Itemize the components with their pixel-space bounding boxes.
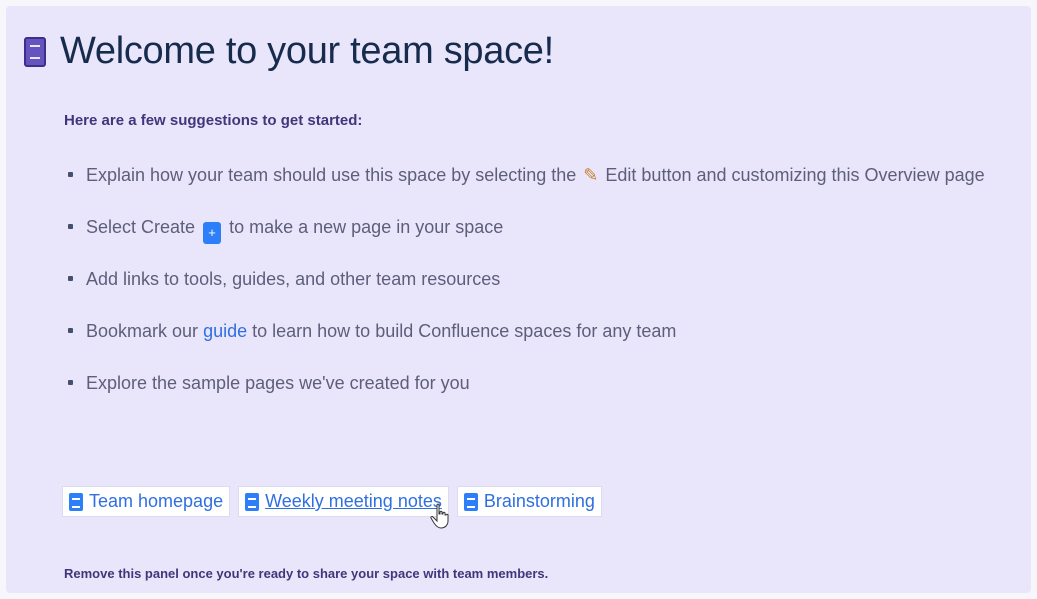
list-item: Select Create + to make a new page in yo… [62, 210, 1022, 244]
page-icon [69, 492, 83, 511]
create-icon: + [203, 222, 222, 244]
page-link-weekly-meeting-notes[interactable]: Weekly meeting notes [238, 486, 449, 517]
page-icon [463, 492, 478, 511]
page-icon [24, 36, 46, 67]
welcome-panel: Welcome to your team space! Here are a f… [6, 6, 1031, 593]
suggestion-text: to make a new page in your space [229, 217, 504, 237]
list-item: Explore the sample pages we've created f… [62, 366, 1022, 400]
list-item: Explain how your team should use this sp… [62, 158, 1022, 192]
remove-panel-note: Remove this panel once you're ready to s… [64, 566, 549, 581]
suggestion-text: Explore the sample pages we've created f… [86, 373, 470, 393]
suggestions-list: Explain how your team should use this sp… [62, 158, 1022, 418]
suggestion-text: to learn how to build Confluence spaces … [252, 321, 677, 341]
page-icon [245, 492, 260, 511]
title-row: Welcome to your team space! [24, 30, 554, 73]
page-link-brainstorming[interactable]: Brainstorming [456, 486, 602, 517]
page-link-label: Brainstorming [483, 491, 595, 511]
page-title: Welcome to your team space! [60, 30, 554, 72]
suggestion-text: Add links to tools, guides, and other te… [86, 269, 501, 289]
suggestion-text: Bookmark our [86, 321, 199, 341]
guide-link[interactable]: guide [203, 321, 247, 341]
list-item: Add links to tools, guides, and other te… [62, 262, 1022, 296]
suggestion-text: Edit button and customizing this Overvie… [605, 165, 985, 185]
hand-cursor-icon [430, 503, 449, 529]
page-link-label: Team homepage [89, 491, 224, 511]
suggestion-text: Explain how your team should use this sp… [86, 165, 577, 185]
suggestions-heading: Here are a few suggestions to get starte… [64, 112, 363, 129]
pencil-icon: ✎ [583, 165, 599, 185]
sample-pages-row: Team homepage Weekly meeting notes Brain… [62, 486, 602, 517]
suggestion-text: Select Create [86, 217, 196, 237]
list-item: Bookmark our guide to learn how to build… [62, 314, 1022, 348]
page-link-label: Weekly meeting notes [265, 491, 442, 511]
page-link-team-homepage[interactable]: Team homepage [62, 486, 231, 517]
